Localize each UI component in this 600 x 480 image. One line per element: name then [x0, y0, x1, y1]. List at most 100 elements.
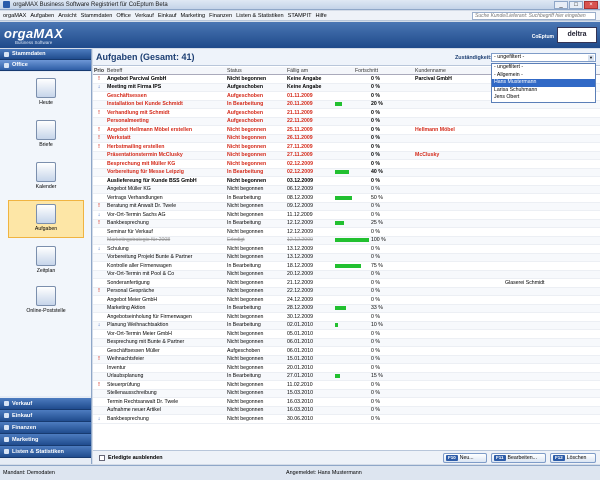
- table-row[interactable]: Seminar für Verkauf Nicht begonnen 12.12.2…: [93, 228, 600, 237]
- table-row[interactable]: ! Weihnachtsfeier Nicht begonnen 15.01.2010…: [93, 355, 600, 364]
- cell-status: Aufgeschoben: [227, 92, 264, 99]
- menu-item-hilfe[interactable]: Hilfe: [315, 13, 326, 19]
- progress-percent: 0 %: [371, 228, 380, 235]
- table-row[interactable]: Besprechung mit Bunte & Partner Nicht beg…: [93, 338, 600, 347]
- table-row[interactable]: ! Werkstatt Nicht begonnen 26.11.2009 0 %: [93, 134, 600, 143]
- table-row[interactable]: ↓ Schulung Nicht begonnen 13.12.2009 0 %: [93, 245, 600, 254]
- delete-button[interactable]: F12 Löschen: [550, 453, 596, 463]
- table-row[interactable]: Inventur Nicht begonnen 20.01.2010 0 %: [93, 364, 600, 373]
- table-row[interactable]: Vertrags Verhandlungen In Bearbeitung 08.1…: [93, 194, 600, 203]
- col-betreff[interactable]: Betreff: [105, 68, 227, 74]
- table-row[interactable]: ↓ Vor-Ort-Termin Sachs AG Nicht begonnen 11…: [93, 211, 600, 220]
- responsibility-select[interactable]: - ungefiltert - ▼: [491, 53, 596, 62]
- table-row[interactable]: ! Bankbesprechung In Bearbeitung 12.12.2009…: [93, 219, 600, 228]
- app-aufgaben[interactable]: Aufgaben: [8, 200, 84, 238]
- app-kalender[interactable]: Kalender: [14, 162, 78, 190]
- col-progress[interactable]: Fortschritt: [335, 67, 415, 75]
- table-row[interactable]: Stellenausschreibung Nicht begonnen 15.03.…: [93, 389, 600, 398]
- table-row[interactable]: ! Personal Gespräche Nicht begonnen 22.12.2…: [93, 287, 600, 296]
- menu-item-stammdaten[interactable]: Stammdaten: [81, 13, 113, 19]
- cell-due-date: 02.01.2010: [287, 322, 313, 329]
- dropdown-option[interactable]: - Allgemein -: [492, 72, 595, 80]
- cell-status: Nicht begonnen: [227, 126, 267, 133]
- menu-item-einkauf[interactable]: Einkauf: [158, 13, 177, 19]
- maximize-button[interactable]: □: [569, 1, 583, 9]
- menu-item-verkauf[interactable]: Verkauf: [135, 13, 154, 19]
- dropdown-option[interactable]: - ungefiltert -: [492, 64, 595, 72]
- table-row[interactable]: Angebot Müller KG Nicht begonnen 06.12.200…: [93, 185, 600, 194]
- menu-item-marketing[interactable]: Marketing: [181, 13, 206, 19]
- dropdown-option[interactable]: Larisa Schuhmann: [492, 87, 595, 95]
- dropdown-option[interactable]: Hans Mustermann: [492, 79, 595, 87]
- section-verkauf[interactable]: Verkauf: [0, 398, 91, 410]
- table-row[interactable]: Angebotseinholung für Firmenwagen Nicht b…: [93, 313, 600, 322]
- cell-betreff: Vor-Ort-Termin mit Pool & Co: [107, 271, 175, 278]
- table-row[interactable]: Marketingstrategie für 2008 Erledigt 12.12…: [93, 236, 600, 245]
- progress-percent: 0 %: [371, 75, 380, 82]
- progress-percent: 0 %: [371, 143, 380, 150]
- menu-item-ansicht[interactable]: Ansicht: [58, 13, 76, 19]
- menu-item-orgamax[interactable]: orgaMAX: [3, 13, 26, 19]
- col-prio[interactable]: Prio: [93, 68, 105, 74]
- table-row[interactable]: Präsentationstermin McClusky Nicht begonn…: [93, 151, 600, 160]
- menu-item-finanzen[interactable]: Finanzen: [209, 13, 232, 19]
- section-stammdaten[interactable]: Stammdaten: [0, 49, 91, 60]
- menu-item-office[interactable]: Office: [116, 13, 131, 19]
- table-row[interactable]: Besprechung mit Müller KG Nicht begonnen 0…: [93, 160, 600, 169]
- table-row[interactable]: Vorbereitung für Messe Leipzig In Bearbei…: [93, 168, 600, 177]
- table-row[interactable]: Personalmeeting Aufgeschoben 22.11.2009 0 %: [93, 117, 600, 126]
- cell-status: Nicht begonnen: [227, 271, 264, 278]
- table-row[interactable]: ↓ Planung Weihnachtsaktion In Bearbeitung 0…: [93, 321, 600, 330]
- table-row[interactable]: ! Herbstmailing erstellen Nicht begonnen 27…: [93, 143, 600, 152]
- cell-kunde: McClusky: [415, 152, 440, 159]
- priority-high-icon: !: [98, 288, 100, 295]
- table-row[interactable]: ! Beratung mit Anwalt Dr. Twele Nicht bego…: [93, 202, 600, 211]
- globe-mail-icon: [36, 286, 56, 306]
- app-briefe[interactable]: Briefe: [14, 120, 78, 148]
- table-row[interactable]: ! Steuerprüfung Nicht begonnen 11.02.2010 0 …: [93, 381, 600, 390]
- hide-done-checkbox[interactable]: [99, 455, 105, 461]
- customer-search-input[interactable]: [472, 12, 596, 20]
- cell-status: Nicht begonnen: [227, 415, 264, 422]
- table-row[interactable]: Vor-Ort-Termin mit Pool & Co Nicht begonn…: [93, 270, 600, 279]
- minimize-button[interactable]: _: [554, 1, 568, 9]
- menu-item-aufgaben[interactable]: Aufgaben: [30, 13, 54, 19]
- table-row[interactable]: Ausliefereung für Kunde BSS GmbH Nicht be…: [93, 177, 600, 186]
- table-row[interactable]: Angebot Meier GmbH Nicht begonnen 24.12.20…: [93, 296, 600, 305]
- table-row[interactable]: Sonderanfertigung Nicht begonnen 21.12.200…: [93, 279, 600, 288]
- section-finanzen[interactable]: Finanzen: [0, 422, 91, 434]
- dropdown-option[interactable]: Jens Obert: [492, 94, 595, 102]
- cell-progress: 0 %: [335, 126, 415, 134]
- table-row[interactable]: ↓ Bankbesprechung Nicht begonnen 30.06.2010…: [93, 415, 600, 424]
- col-due-date[interactable]: Fällig am: [287, 68, 335, 74]
- table-row[interactable]: ! Verhandlung mit Schmidt Aufgeschoben 21.1…: [93, 109, 600, 118]
- table-row[interactable]: Geschäftsessen Müller Aufgeschoben 06.01.2…: [93, 347, 600, 356]
- table-row[interactable]: Kontrolle aller Firmenwagen In Bearbeitun…: [93, 262, 600, 271]
- section-marketing[interactable]: Marketing: [0, 434, 91, 446]
- app-zeitplan[interactable]: Zeitplan: [14, 246, 78, 274]
- table-row[interactable]: Vor-Ort-Termin Meier GmbH Nicht begonnen 0…: [93, 330, 600, 339]
- table-row[interactable]: Vorbereitung Projekt Bunte & Partner Nich…: [93, 253, 600, 262]
- menu-item-listen-statistiken[interactable]: Listen & Statistiken: [236, 13, 284, 19]
- cell-betreff: Vorbereitung für Messe Leipzig: [107, 169, 184, 176]
- col-status[interactable]: Status: [227, 68, 287, 74]
- section-listen-statistiken[interactable]: Listen & Statistiken: [0, 446, 91, 458]
- cell-betreff: Urlaubsplanung: [107, 373, 144, 380]
- cell-due-date: 03.12.2009: [287, 177, 313, 184]
- cell-status: Nicht begonnen: [227, 186, 264, 193]
- table-row[interactable]: Marketing Aktion In Bearbeitung 28.12.2009…: [93, 304, 600, 313]
- new-button[interactable]: F10 Neu...: [443, 453, 487, 463]
- table-row[interactable]: Urlaubsplanung In Bearbeitung 27.01.2010 15…: [93, 372, 600, 381]
- menu-item-stampit[interactable]: STAMPIT: [288, 13, 312, 19]
- app-heute[interactable]: Heute: [14, 78, 78, 106]
- table-row[interactable]: Aufnahme neuer Artikel Nicht begonnen 16.0…: [93, 406, 600, 415]
- table-row[interactable]: Termin Rechtsanwalt Dr. Twele Nicht begon…: [93, 398, 600, 407]
- cell-progress: 0 %: [335, 143, 415, 151]
- edit-button[interactable]: F11 Bearbeiten...: [491, 453, 546, 463]
- cell-betreff: Sonderanfertigung: [107, 279, 150, 286]
- close-button[interactable]: ×: [584, 1, 598, 9]
- section-office[interactable]: Office: [0, 60, 91, 71]
- section-einkauf[interactable]: Einkauf: [0, 410, 91, 422]
- app-online-poststelle[interactable]: Online-Poststelle: [14, 286, 78, 314]
- table-row[interactable]: ! Angebot Hellmann Möbel erstellen Nicht b…: [93, 126, 600, 135]
